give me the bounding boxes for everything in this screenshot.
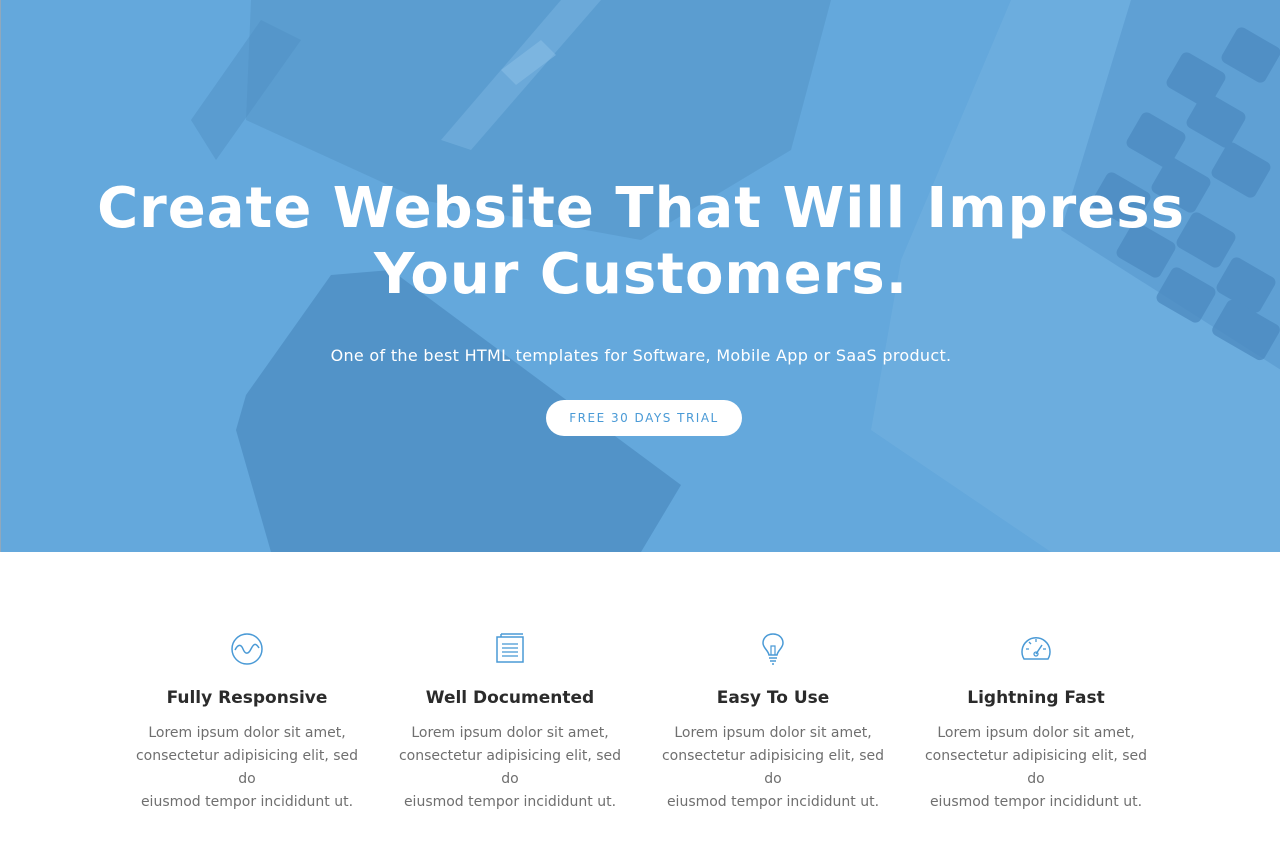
feature-description: Lorem ipsum dolor sit amet, consectetur …	[390, 722, 630, 814]
feature-title: Fully Responsive	[166, 688, 328, 708]
hero-section: Create Website That Will Impress Your Cu…	[0, 0, 1280, 552]
speedometer-icon	[1021, 637, 1051, 660]
feature-text-line: consectetur adipisicing elit, sed do	[924, 748, 1148, 787]
free-trial-button[interactable]: FREE 30 DAYS TRIAL	[546, 400, 742, 436]
hero-title-line1: Create Website That Will Impress	[97, 176, 1185, 241]
feature-text-line: Lorem ipsum dolor sit amet,	[411, 725, 609, 741]
feature-title: Easy To Use	[716, 688, 830, 708]
feature-card-fast: Lightning Fast Lorem ipsum dolor sit ame…	[916, 632, 1156, 814]
features-section: Fully Responsive Lorem ipsum dolor sit a…	[0, 552, 1280, 850]
hero-title-line2: Your Customers.	[374, 242, 908, 307]
feature-text-line: eiusmod tempor incididunt ut.	[666, 794, 880, 810]
feature-text-line: Lorem ipsum dolor sit amet,	[937, 725, 1135, 741]
feature-text-line: consectetur adipisicing elit, sed do	[398, 748, 622, 787]
wave-circle-icon	[231, 633, 263, 665]
lightbulb-icon	[762, 633, 784, 665]
feature-card-responsive: Fully Responsive Lorem ipsum dolor sit a…	[127, 632, 367, 814]
feature-description: Lorem ipsum dolor sit amet, consectetur …	[916, 722, 1156, 814]
hero-subtitle: One of the best HTML templates for Softw…	[330, 346, 952, 365]
feature-description: Lorem ipsum dolor sit amet, consectetur …	[653, 722, 893, 814]
feature-text-line: consectetur adipisicing elit, sed do	[661, 748, 885, 787]
feature-text-line: Lorem ipsum dolor sit amet,	[148, 725, 346, 741]
feature-title: Well Documented	[425, 688, 595, 708]
feature-card-easy-to-use: Easy To Use Lorem ipsum dolor sit amet, …	[653, 632, 893, 814]
feature-text-line: Lorem ipsum dolor sit amet,	[674, 725, 872, 741]
document-icon	[496, 633, 524, 663]
feature-title: Lightning Fast	[967, 688, 1105, 708]
feature-description: Lorem ipsum dolor sit amet, consectetur …	[127, 722, 367, 814]
hero-title: Create Website That Will Impress Your Cu…	[1, 176, 1280, 308]
feature-text-line: eiusmod tempor incididunt ut.	[403, 794, 617, 810]
feature-text-line: eiusmod tempor incididunt ut.	[929, 794, 1143, 810]
feature-text-line: consectetur adipisicing elit, sed do	[135, 748, 359, 787]
feature-card-documented: Well Documented Lorem ipsum dolor sit am…	[390, 632, 630, 814]
feature-text-line: eiusmod tempor incididunt ut.	[140, 794, 354, 810]
